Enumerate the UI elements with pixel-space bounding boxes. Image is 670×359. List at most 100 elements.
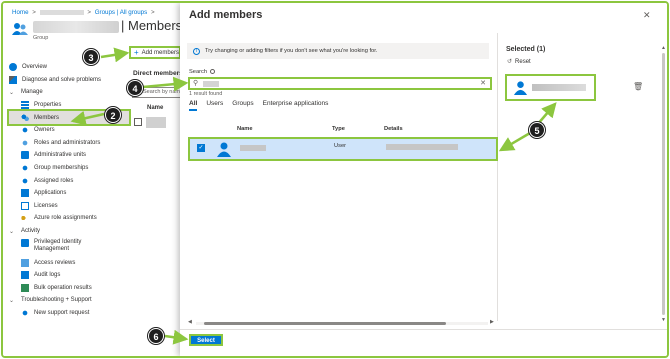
nav-diagnose[interactable]: Diagnose and solve problems (9, 74, 129, 87)
nav-label: Licenses (34, 202, 58, 209)
nav-label: Owners (34, 127, 55, 134)
scroll-right-icon[interactable]: ▶ (490, 319, 494, 325)
search-value-redacted (203, 81, 219, 87)
nav-label: Properties (34, 102, 62, 109)
row-checkbox[interactable] (134, 118, 142, 126)
roles-icon (21, 138, 29, 147)
assigned-roles-icon (21, 176, 29, 185)
checkbox-checked[interactable]: ✓ (197, 144, 205, 152)
pane-divider (497, 33, 498, 321)
footer-divider (180, 329, 667, 330)
nav-assigned-roles[interactable]: Assigned roles (9, 174, 129, 187)
filter-tabs: All Users Groups Enterprise applications (189, 100, 337, 111)
bulk-ops-icon (21, 283, 29, 292)
licenses-icon (21, 201, 29, 210)
nav-label: Access reviews (34, 259, 76, 266)
nav-label: Troubleshooting + Support (21, 297, 92, 304)
clear-icon[interactable]: ✕ (480, 79, 486, 87)
plus-icon: + (134, 48, 139, 57)
scroll-down-icon[interactable]: ▼ (661, 317, 666, 323)
scroll-left-icon[interactable]: ◀ (188, 319, 192, 325)
nav-licenses[interactable]: Licenses (9, 200, 129, 213)
nav-new-support[interactable]: New support request (9, 307, 129, 320)
nav-pim[interactable]: Privileged Identity Management (9, 237, 129, 256)
callout-5: 5 (529, 122, 545, 138)
direct-members-heading: Direct members (133, 70, 183, 77)
nav-label: Administrative units (34, 152, 87, 159)
page-subtitle: Group (33, 35, 49, 41)
access-reviews-icon (21, 258, 29, 267)
info-icon (210, 69, 216, 74)
result-row[interactable]: ✓ User (188, 137, 498, 161)
tab-groups[interactable]: Groups (232, 100, 253, 111)
admin-units-icon (21, 151, 29, 160)
trash-icon[interactable]: 🗑 (633, 82, 643, 91)
breadcrumb-separator: > (32, 9, 36, 16)
wrench-icon (9, 75, 17, 84)
scroll-up-icon[interactable]: ▲ (661, 45, 666, 51)
nav-group-manage[interactable]: ⌄ Manage (9, 86, 129, 99)
horizontal-scrollbar[interactable]: ◀ ▶ (188, 319, 496, 326)
user-details-redacted (386, 144, 458, 150)
reset-label: Reset (515, 59, 531, 65)
page-title: | Members (121, 18, 183, 33)
nav-admin-units[interactable]: Administrative units (9, 149, 129, 162)
nav-label: Assigned roles (34, 177, 74, 184)
breadcrumb: Home > > Groups | All groups > (12, 9, 157, 16)
group-name-redacted (33, 21, 119, 33)
breadcrumb-separator: > (87, 9, 91, 16)
properties-icon (21, 101, 29, 110)
nav-group-memberships[interactable]: Group memberships (9, 162, 129, 175)
nav-label: Audit logs (34, 272, 61, 279)
nav-audit-logs[interactable]: Audit logs (9, 269, 129, 282)
user-name-redacted (240, 145, 266, 151)
nav-overview[interactable]: Overview (9, 61, 129, 74)
close-icon[interactable]: ✕ (643, 10, 651, 21)
scroll-thumb[interactable] (662, 53, 665, 315)
add-members-label: Add members (141, 49, 180, 56)
audit-logs-icon (21, 271, 29, 280)
tab-users[interactable]: Users (206, 100, 223, 111)
breadcrumb-home[interactable]: Home (12, 9, 29, 16)
scroll-thumb[interactable] (204, 322, 446, 325)
nav-applications[interactable]: Applications (9, 187, 129, 200)
owners-icon (21, 126, 29, 135)
nav-roles[interactable]: Roles and administrators (9, 137, 129, 150)
add-members-blade: Add members ✕ i Try changing or adding f… (180, 3, 667, 356)
nav-azure-roles[interactable]: Azure role assignments (9, 212, 129, 225)
blade-title: Add members (189, 9, 263, 21)
add-members-button[interactable]: + Add members (129, 46, 181, 59)
screenshot-frame: Home > > Groups | All groups > | Members… (1, 1, 669, 358)
vertical-scrollbar[interactable]: ▲ ▼ (661, 45, 666, 323)
name-column-header: Name (147, 105, 164, 111)
select-button[interactable]: Select (189, 334, 223, 346)
user-avatar-icon (217, 142, 231, 157)
column-type: Type (332, 126, 345, 132)
selected-item (505, 74, 596, 101)
nav-group-activity[interactable]: ⌄ Activity (9, 225, 129, 238)
selected-name-redacted (532, 84, 586, 91)
info-text: Try changing or adding filters if you do… (205, 48, 378, 54)
nav-bulk-ops[interactable]: Bulk operation results (9, 282, 129, 295)
tab-enterprise-applications[interactable]: Enterprise applications (263, 100, 329, 111)
callout-3: 3 (83, 49, 99, 65)
nav-label: Diagnose and solve problems (22, 76, 102, 83)
key-icon (21, 214, 29, 223)
nav-access-reviews[interactable]: Access reviews (9, 256, 129, 269)
reset-button[interactable]: ↺ Reset (507, 58, 531, 65)
selected-title: Selected (1) (506, 46, 546, 53)
pim-icon (21, 239, 29, 248)
chevron-down-icon: ⌄ (9, 297, 15, 304)
nav-label: Applications (34, 190, 67, 197)
search-label-text: Search (189, 69, 208, 75)
nav-label: Members (34, 114, 60, 121)
group-memberships-icon (21, 164, 29, 173)
breadcrumb-groups[interactable]: Groups | All groups (95, 9, 148, 16)
nav-owners[interactable]: Owners (9, 124, 129, 137)
callout-4: 4 (127, 80, 143, 96)
nav-group-troubleshooting[interactable]: ⌄ Troubleshooting + Support (9, 294, 129, 307)
info-icon: i (193, 47, 200, 55)
search-input[interactable]: ⚲ ✕ (188, 77, 492, 90)
callout-6: 6 (148, 328, 164, 344)
tab-all[interactable]: All (189, 100, 198, 111)
